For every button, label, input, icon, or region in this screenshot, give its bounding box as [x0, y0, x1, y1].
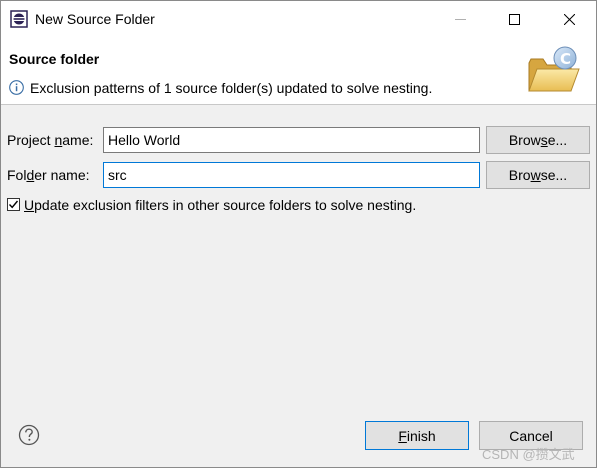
browse-folder-button[interactable]: Bro w se... [486, 161, 590, 189]
update-exclusion-checkbox[interactable] [7, 198, 20, 211]
eclipse-app-icon [10, 10, 28, 28]
project-name-label: Project name: [7, 132, 94, 148]
close-button[interactable] [546, 1, 592, 37]
wizard-header: Source folder Exclusion patterns of 1 so… [1, 37, 596, 105]
header-message: Exclusion patterns of 1 source folder(s)… [30, 80, 433, 96]
minimize-button[interactable] [437, 1, 483, 37]
browse-project-button[interactable]: Brow s e... [486, 126, 590, 154]
minimize-icon [454, 18, 466, 20]
info-icon [9, 80, 24, 95]
folder-name-label: Folder name: [7, 167, 90, 183]
watermark-text: CSDN @攒文武 [482, 447, 575, 462]
dialog-window: New Source Folder Source folder Exclusio… [0, 0, 597, 468]
finish-button[interactable]: Finish [365, 421, 469, 450]
source-folder-banner-icon: C [528, 46, 580, 92]
update-exclusion-label[interactable]: Update exclusion filters in other source… [24, 197, 416, 213]
maximize-icon [508, 13, 520, 25]
checkmark-icon [8, 200, 19, 209]
project-name-field[interactable] [103, 127, 480, 153]
title-bar: New Source Folder [1, 1, 596, 37]
close-icon [563, 13, 575, 25]
maximize-button[interactable] [491, 1, 537, 37]
window-title: New Source Folder [35, 11, 155, 27]
help-icon[interactable] [18, 424, 40, 446]
folder-name-field[interactable] [103, 162, 480, 188]
page-title: Source folder [9, 51, 100, 67]
svg-text:C: C [560, 50, 571, 68]
